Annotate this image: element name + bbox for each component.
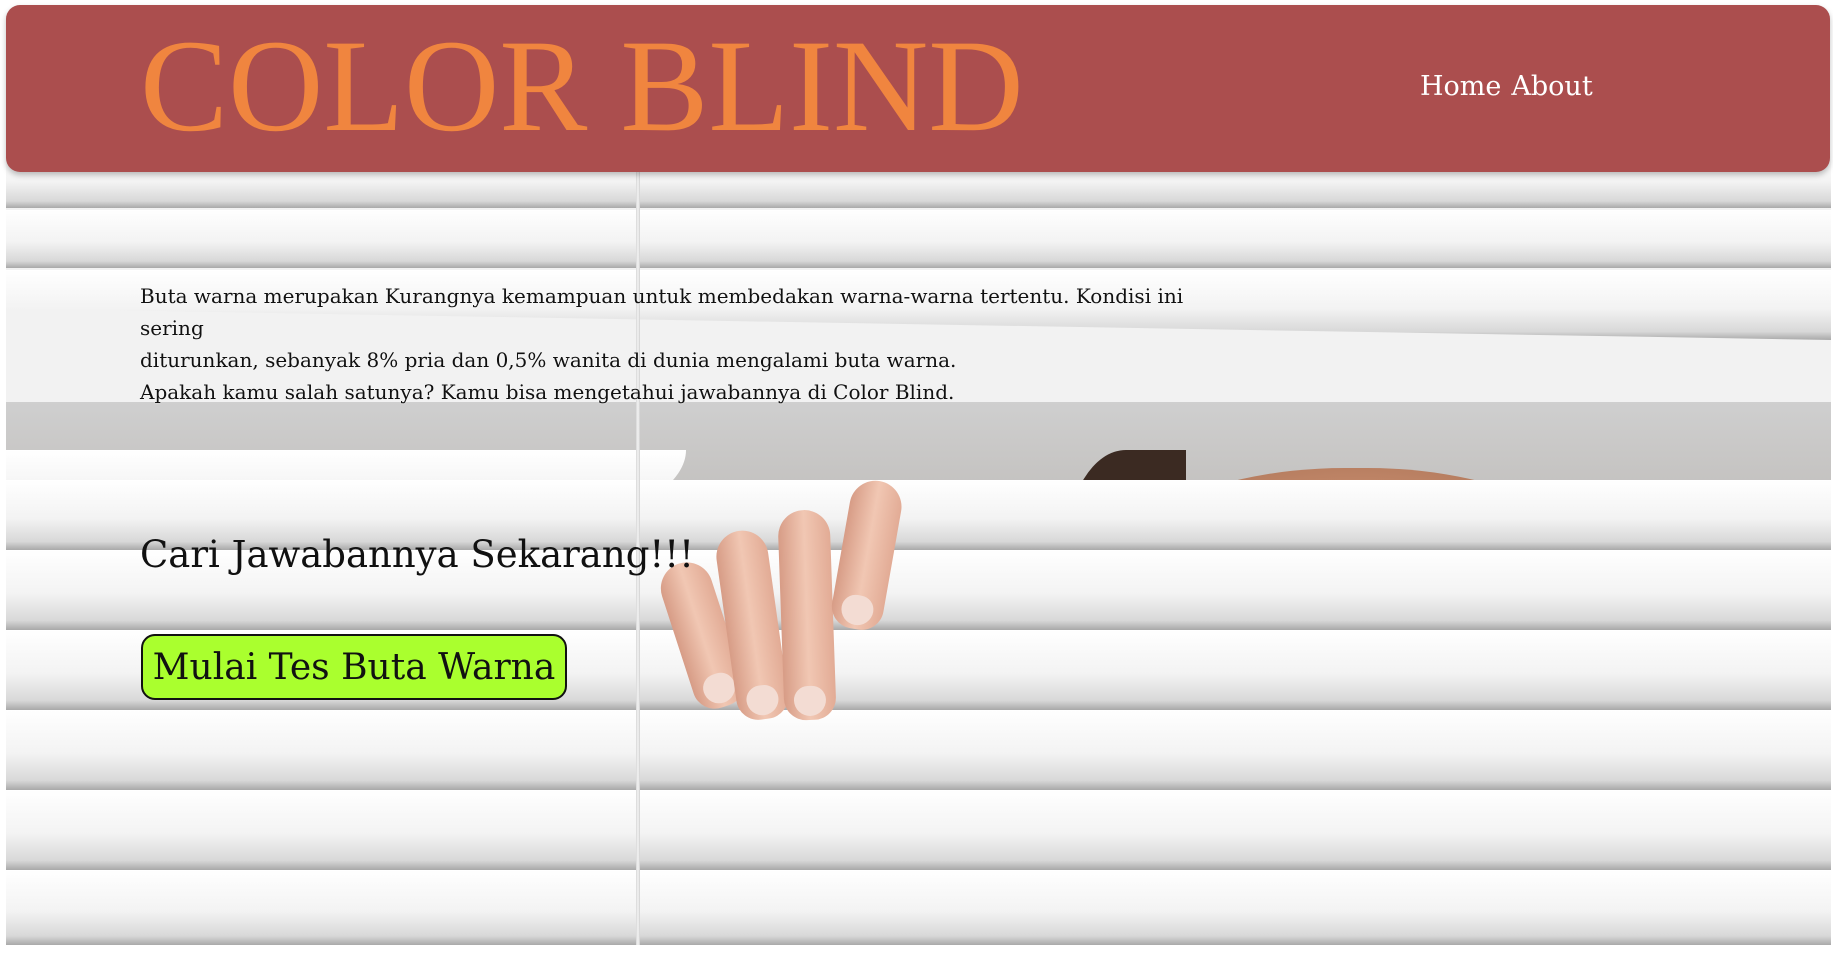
start-test-button[interactable]: Mulai Tes Buta Warna xyxy=(141,634,567,700)
intro-line-3: Apakah kamu salah satunya? Kamu bisa men… xyxy=(140,380,955,404)
nav-link-home[interactable]: Home xyxy=(1420,71,1501,102)
intro-line-1: Buta warna merupakan Kurangnya kemampuan… xyxy=(140,284,1184,340)
intro-section: Buta warna merupakan Kurangnya kemampuan… xyxy=(140,280,1240,408)
intro-paragraph: Buta warna merupakan Kurangnya kemampuan… xyxy=(140,280,1240,408)
main-nav: Home About xyxy=(1420,71,1593,102)
nav-link-about[interactable]: About xyxy=(1511,71,1592,102)
page: COLOR BLIND Home About Buta warna merupa… xyxy=(0,0,1833,975)
intro-line-2: diturunkan, sebanyak 8% pria dan 0,5% wa… xyxy=(140,348,957,372)
cta-heading: Cari Jawabannya Sekarang!!! xyxy=(140,533,694,576)
woman-hand xyxy=(654,470,956,730)
site-logo[interactable]: COLOR BLIND xyxy=(140,11,1024,161)
site-header: COLOR BLIND Home About xyxy=(6,5,1830,172)
